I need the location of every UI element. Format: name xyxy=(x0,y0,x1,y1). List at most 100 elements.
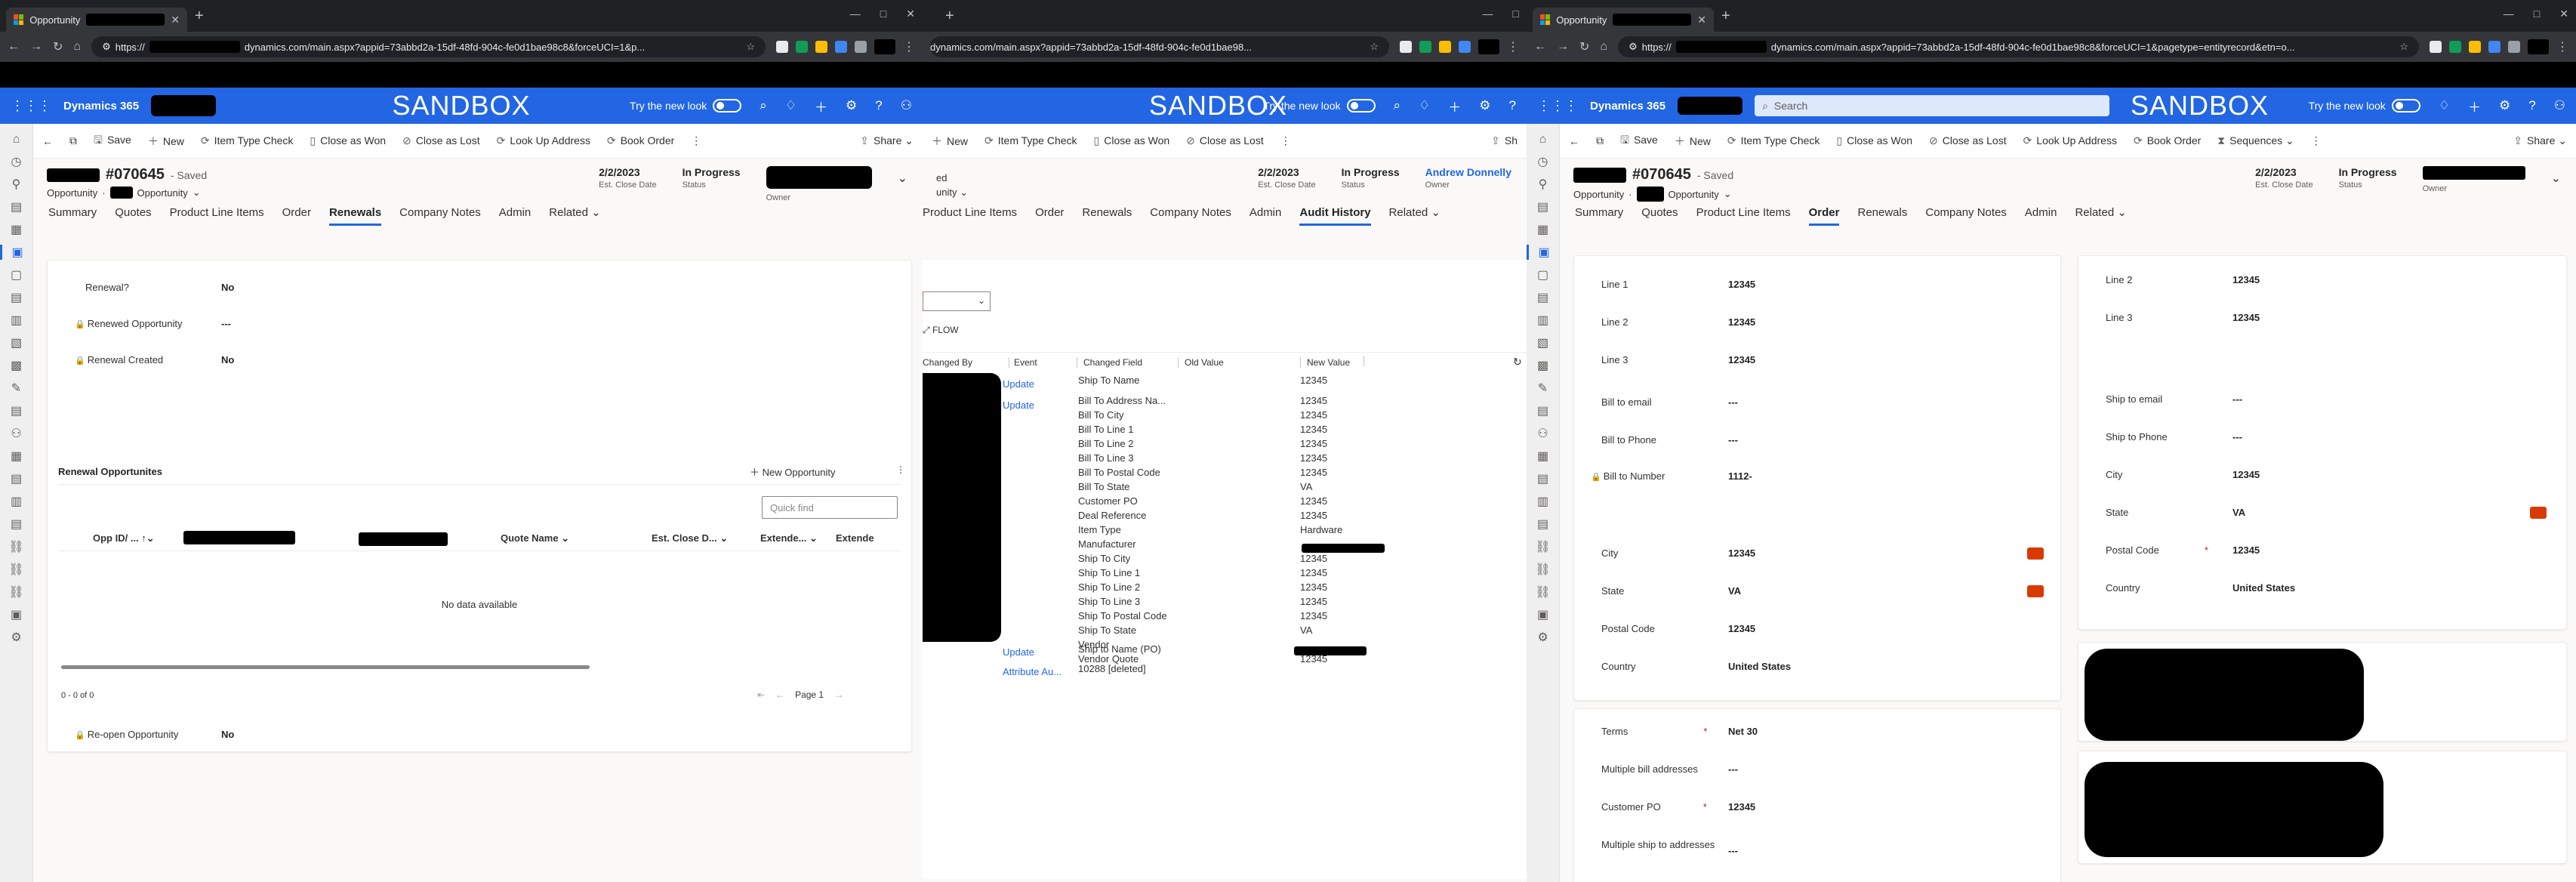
chevron-down-icon[interactable]: ⌄ xyxy=(193,187,201,199)
more-options-icon[interactable]: ⋮ xyxy=(896,464,905,475)
nav-icon[interactable]: ▤ xyxy=(1537,403,1548,418)
share-button[interactable]: ⇪ Share ⌄ xyxy=(860,134,914,147)
nav-icon[interactable]: ▤ xyxy=(11,290,22,305)
book-order-button[interactable]: ⟳ Book Order xyxy=(607,134,674,147)
nav-icon[interactable]: ▤ xyxy=(11,471,22,486)
horizontal-scrollbar[interactable] xyxy=(61,665,590,669)
maximize-button[interactable]: □ xyxy=(880,8,886,20)
nav-icon[interactable]: ▥ xyxy=(11,313,22,328)
new-opportunity-button[interactable]: ＋ New Opportunity xyxy=(750,464,835,479)
search-icon[interactable]: ⌕ xyxy=(760,98,767,113)
menu-icon[interactable]: ⋮ xyxy=(903,39,915,54)
nav-icon[interactable]: ▥ xyxy=(1537,313,1548,328)
more-commands-icon[interactable]: ⋮ xyxy=(1280,134,1291,147)
nav-icon[interactable]: ▦ xyxy=(1537,222,1548,237)
gear-icon[interactable]: ⚙ xyxy=(846,98,857,113)
ship-line3-value[interactable]: 12345 xyxy=(2232,312,2260,323)
app-launcher-icon[interactable]: ⋮⋮⋮ xyxy=(1537,98,1578,114)
tab-audit-history[interactable]: Audit History xyxy=(1299,206,1371,226)
event-link[interactable]: Update xyxy=(1003,398,1034,412)
nav-icon[interactable]: ▦ xyxy=(11,449,22,464)
nav-icon[interactable]: ⚇ xyxy=(1537,426,1548,441)
popout-icon[interactable]: ⧉ xyxy=(1596,134,1604,147)
tab-renewals[interactable]: Renewals xyxy=(1857,206,1907,219)
nav-icon[interactable]: ▣ xyxy=(11,607,22,622)
tab-related[interactable]: Related ⌄ xyxy=(549,205,600,219)
ship-line2-value[interactable]: 12345 xyxy=(2232,274,2260,285)
extension-icon[interactable] xyxy=(2469,41,2481,53)
sequences-button[interactable]: ⧗ Sequences ⌄ xyxy=(2217,134,2294,147)
reload-icon[interactable]: ↻ xyxy=(1579,39,1589,54)
toggle-switch[interactable] xyxy=(1346,99,1376,113)
nav-icon[interactable]: ▥ xyxy=(11,494,22,509)
tab-related[interactable]: Related ⌄ xyxy=(1389,205,1441,219)
event-link[interactable]: Update xyxy=(1003,645,1034,659)
line1-value[interactable]: 12345 xyxy=(1728,279,1755,290)
item-type-check-button[interactable]: ⟳ Item Type Check xyxy=(1727,134,1820,147)
bill-email-value[interactable]: --- xyxy=(1728,396,1738,408)
tab-product-line-items[interactable]: Product Line Items xyxy=(1696,206,1791,219)
nav-icon[interactable]: ⚇ xyxy=(11,426,21,441)
back-icon[interactable]: ← xyxy=(1534,40,1546,54)
new-button[interactable]: ＋ New xyxy=(932,134,968,149)
home-icon[interactable]: ⌂ xyxy=(73,40,81,54)
nav-icon[interactable]: ▤ xyxy=(1537,199,1548,214)
forward-icon[interactable]: → xyxy=(30,40,42,54)
app-name[interactable]: Dynamics 365 xyxy=(1590,100,1665,113)
close-window-button[interactable]: ✕ xyxy=(906,8,915,20)
customer-po-value[interactable]: 12345 xyxy=(1728,801,1755,813)
save-button[interactable]: 🖫 Save xyxy=(94,132,131,150)
close-as-lost-button[interactable]: ⊘ Close as Lost xyxy=(1186,134,1264,147)
form-selector[interactable]: Opportunity xyxy=(137,187,188,199)
nav-icon[interactable]: ▤ xyxy=(1537,471,1548,486)
tab-summary[interactable]: Summary xyxy=(1575,206,1623,219)
tab-product-line-items[interactable]: Product Line Items xyxy=(923,206,1017,219)
url-field[interactable]: dynamics.com/main.aspx?appid=73abbd2a-15… xyxy=(930,36,1389,57)
tab-company-notes[interactable]: Company Notes xyxy=(1150,206,1231,219)
bookmark-star-icon[interactable]: ☆ xyxy=(1370,41,1379,53)
nav-icon[interactable]: ▤ xyxy=(1537,517,1548,532)
menu-icon[interactable]: ⋮ xyxy=(1507,39,1519,54)
plus-icon[interactable]: ＋ xyxy=(815,97,827,116)
next-page-icon[interactable]: → xyxy=(834,689,843,700)
home-nav-icon[interactable]: ⌂ xyxy=(1539,133,1547,146)
bill-phone-value[interactable]: --- xyxy=(1728,434,1738,446)
more-commands-icon[interactable]: ⋮ xyxy=(2311,134,2322,147)
col-event[interactable]: Event xyxy=(1009,357,1037,368)
ship-country-value[interactable]: United States xyxy=(2232,582,2295,594)
col-extended[interactable]: Extende... ⌄ xyxy=(760,532,818,544)
tab-renewals[interactable]: Renewals xyxy=(328,206,382,226)
new-look-toggle[interactable]: Try the new look xyxy=(630,99,742,113)
pinned-nav-icon[interactable]: ⚲ xyxy=(12,177,21,192)
nav-icon[interactable]: ⛓ xyxy=(1535,539,1550,554)
bookmark-star-icon[interactable]: ☆ xyxy=(746,41,755,53)
nav-icon[interactable]: ⛓ xyxy=(8,539,23,554)
col-quote-name[interactable]: Quote Name ⌄ xyxy=(501,532,569,544)
new-button[interactable]: ＋ New xyxy=(148,134,184,149)
lightbulb-icon[interactable]: ♢ xyxy=(1419,98,1430,113)
nav-icon[interactable]: ▦ xyxy=(1537,449,1548,464)
item-type-check-button[interactable]: ⟳ Item Type Check xyxy=(201,134,294,147)
plus-icon[interactable]: ＋ xyxy=(1448,97,1461,116)
look-up-address-button[interactable]: ⟳ Look Up Address xyxy=(2023,134,2117,147)
share-button[interactable]: ⇪ Share ⌄ xyxy=(2513,134,2567,147)
share-button[interactable]: ⇪ Sh xyxy=(1491,134,1518,147)
refresh-icon[interactable]: ↻ xyxy=(1513,356,1522,369)
tab-summary[interactable]: Summary xyxy=(48,206,97,219)
profile-avatar[interactable] xyxy=(1478,39,1499,54)
maximize-button[interactable]: □ xyxy=(2534,8,2540,20)
pinned-nav-icon[interactable]: ⚲ xyxy=(1539,177,1548,192)
popout-icon[interactable]: ⧉ xyxy=(69,134,77,147)
nav-icon[interactable]: ▤ xyxy=(1537,290,1548,305)
close-window-button[interactable]: ✕ xyxy=(2559,8,2568,20)
minimize-button[interactable]: — xyxy=(1483,8,1493,20)
opportunities-nav-icon[interactable]: ▣ xyxy=(1527,245,1559,260)
browser-tab[interactable]: Opportunity ✕ xyxy=(1533,8,1714,32)
nav-icon[interactable]: ▧ xyxy=(1537,335,1548,350)
extension-icon[interactable] xyxy=(1439,41,1451,53)
nav-icon[interactable]: ✎ xyxy=(1538,381,1548,396)
nav-icon[interactable]: ▤ xyxy=(11,517,22,532)
close-tab-icon[interactable]: ✕ xyxy=(1697,14,1706,26)
country-value[interactable]: United States xyxy=(1728,661,1791,672)
item-type-check-button[interactable]: ⟳ Item Type Check xyxy=(984,134,1077,147)
